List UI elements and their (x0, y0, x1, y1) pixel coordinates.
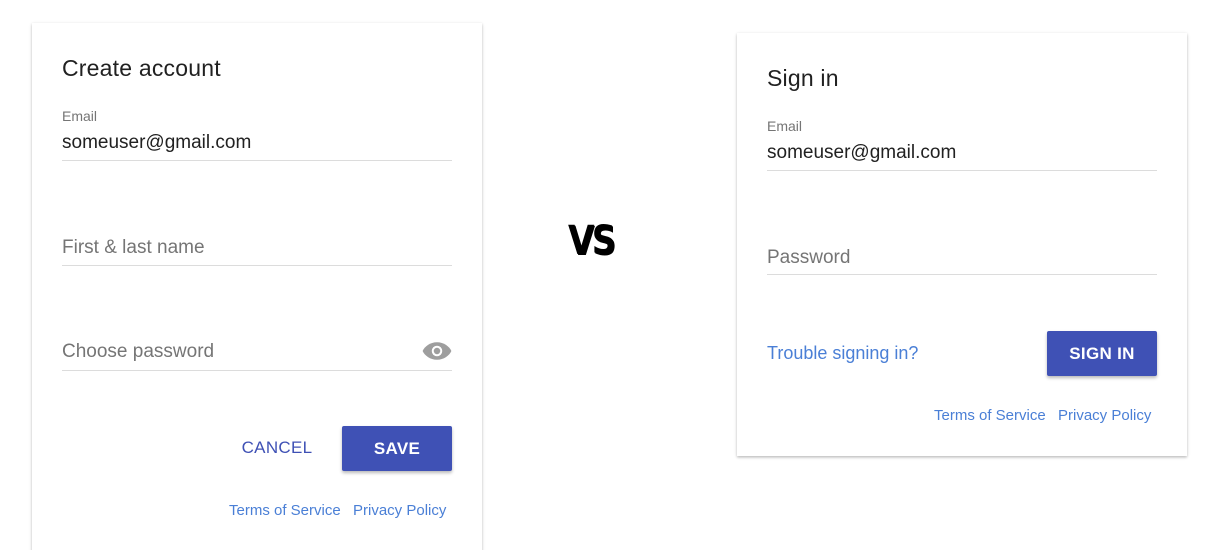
trouble-signing-in-link[interactable]: Trouble signing in? (767, 343, 918, 364)
terms-of-service-link[interactable]: Terms of Service (934, 407, 1046, 424)
password-field[interactable]: Choose password (62, 341, 214, 363)
email-underline (767, 170, 1157, 171)
password-underline (767, 274, 1157, 275)
password-underline (62, 370, 452, 371)
privacy-policy-link[interactable]: Privacy Policy (1058, 407, 1151, 424)
terms-of-service-link[interactable]: Terms of Service (229, 502, 341, 519)
save-button[interactable]: SAVE (342, 426, 452, 471)
email-field[interactable]: someuser@gmail.com (62, 132, 251, 154)
eye-icon[interactable] (422, 340, 452, 362)
name-field[interactable]: First & last name (62, 237, 205, 259)
password-field[interactable]: Password (767, 247, 850, 269)
email-underline (62, 160, 452, 161)
create-account-card: Create account Email someuser@gmail.com … (32, 23, 482, 550)
sign-in-title: Sign in (767, 65, 839, 91)
cancel-button[interactable]: CANCEL (232, 438, 322, 458)
vs-label: VS (568, 218, 616, 264)
comparison-stage: Create account Email someuser@gmail.com … (0, 0, 1208, 550)
name-underline (62, 265, 452, 266)
sign-in-card: Sign in Email someuser@gmail.com Passwor… (737, 33, 1187, 456)
email-label: Email (62, 108, 98, 124)
email-field[interactable]: someuser@gmail.com (767, 142, 956, 164)
create-account-title: Create account (62, 55, 221, 81)
privacy-policy-link[interactable]: Privacy Policy (353, 502, 446, 519)
email-label: Email (767, 118, 803, 134)
sign-in-button[interactable]: SIGN IN (1047, 331, 1157, 376)
